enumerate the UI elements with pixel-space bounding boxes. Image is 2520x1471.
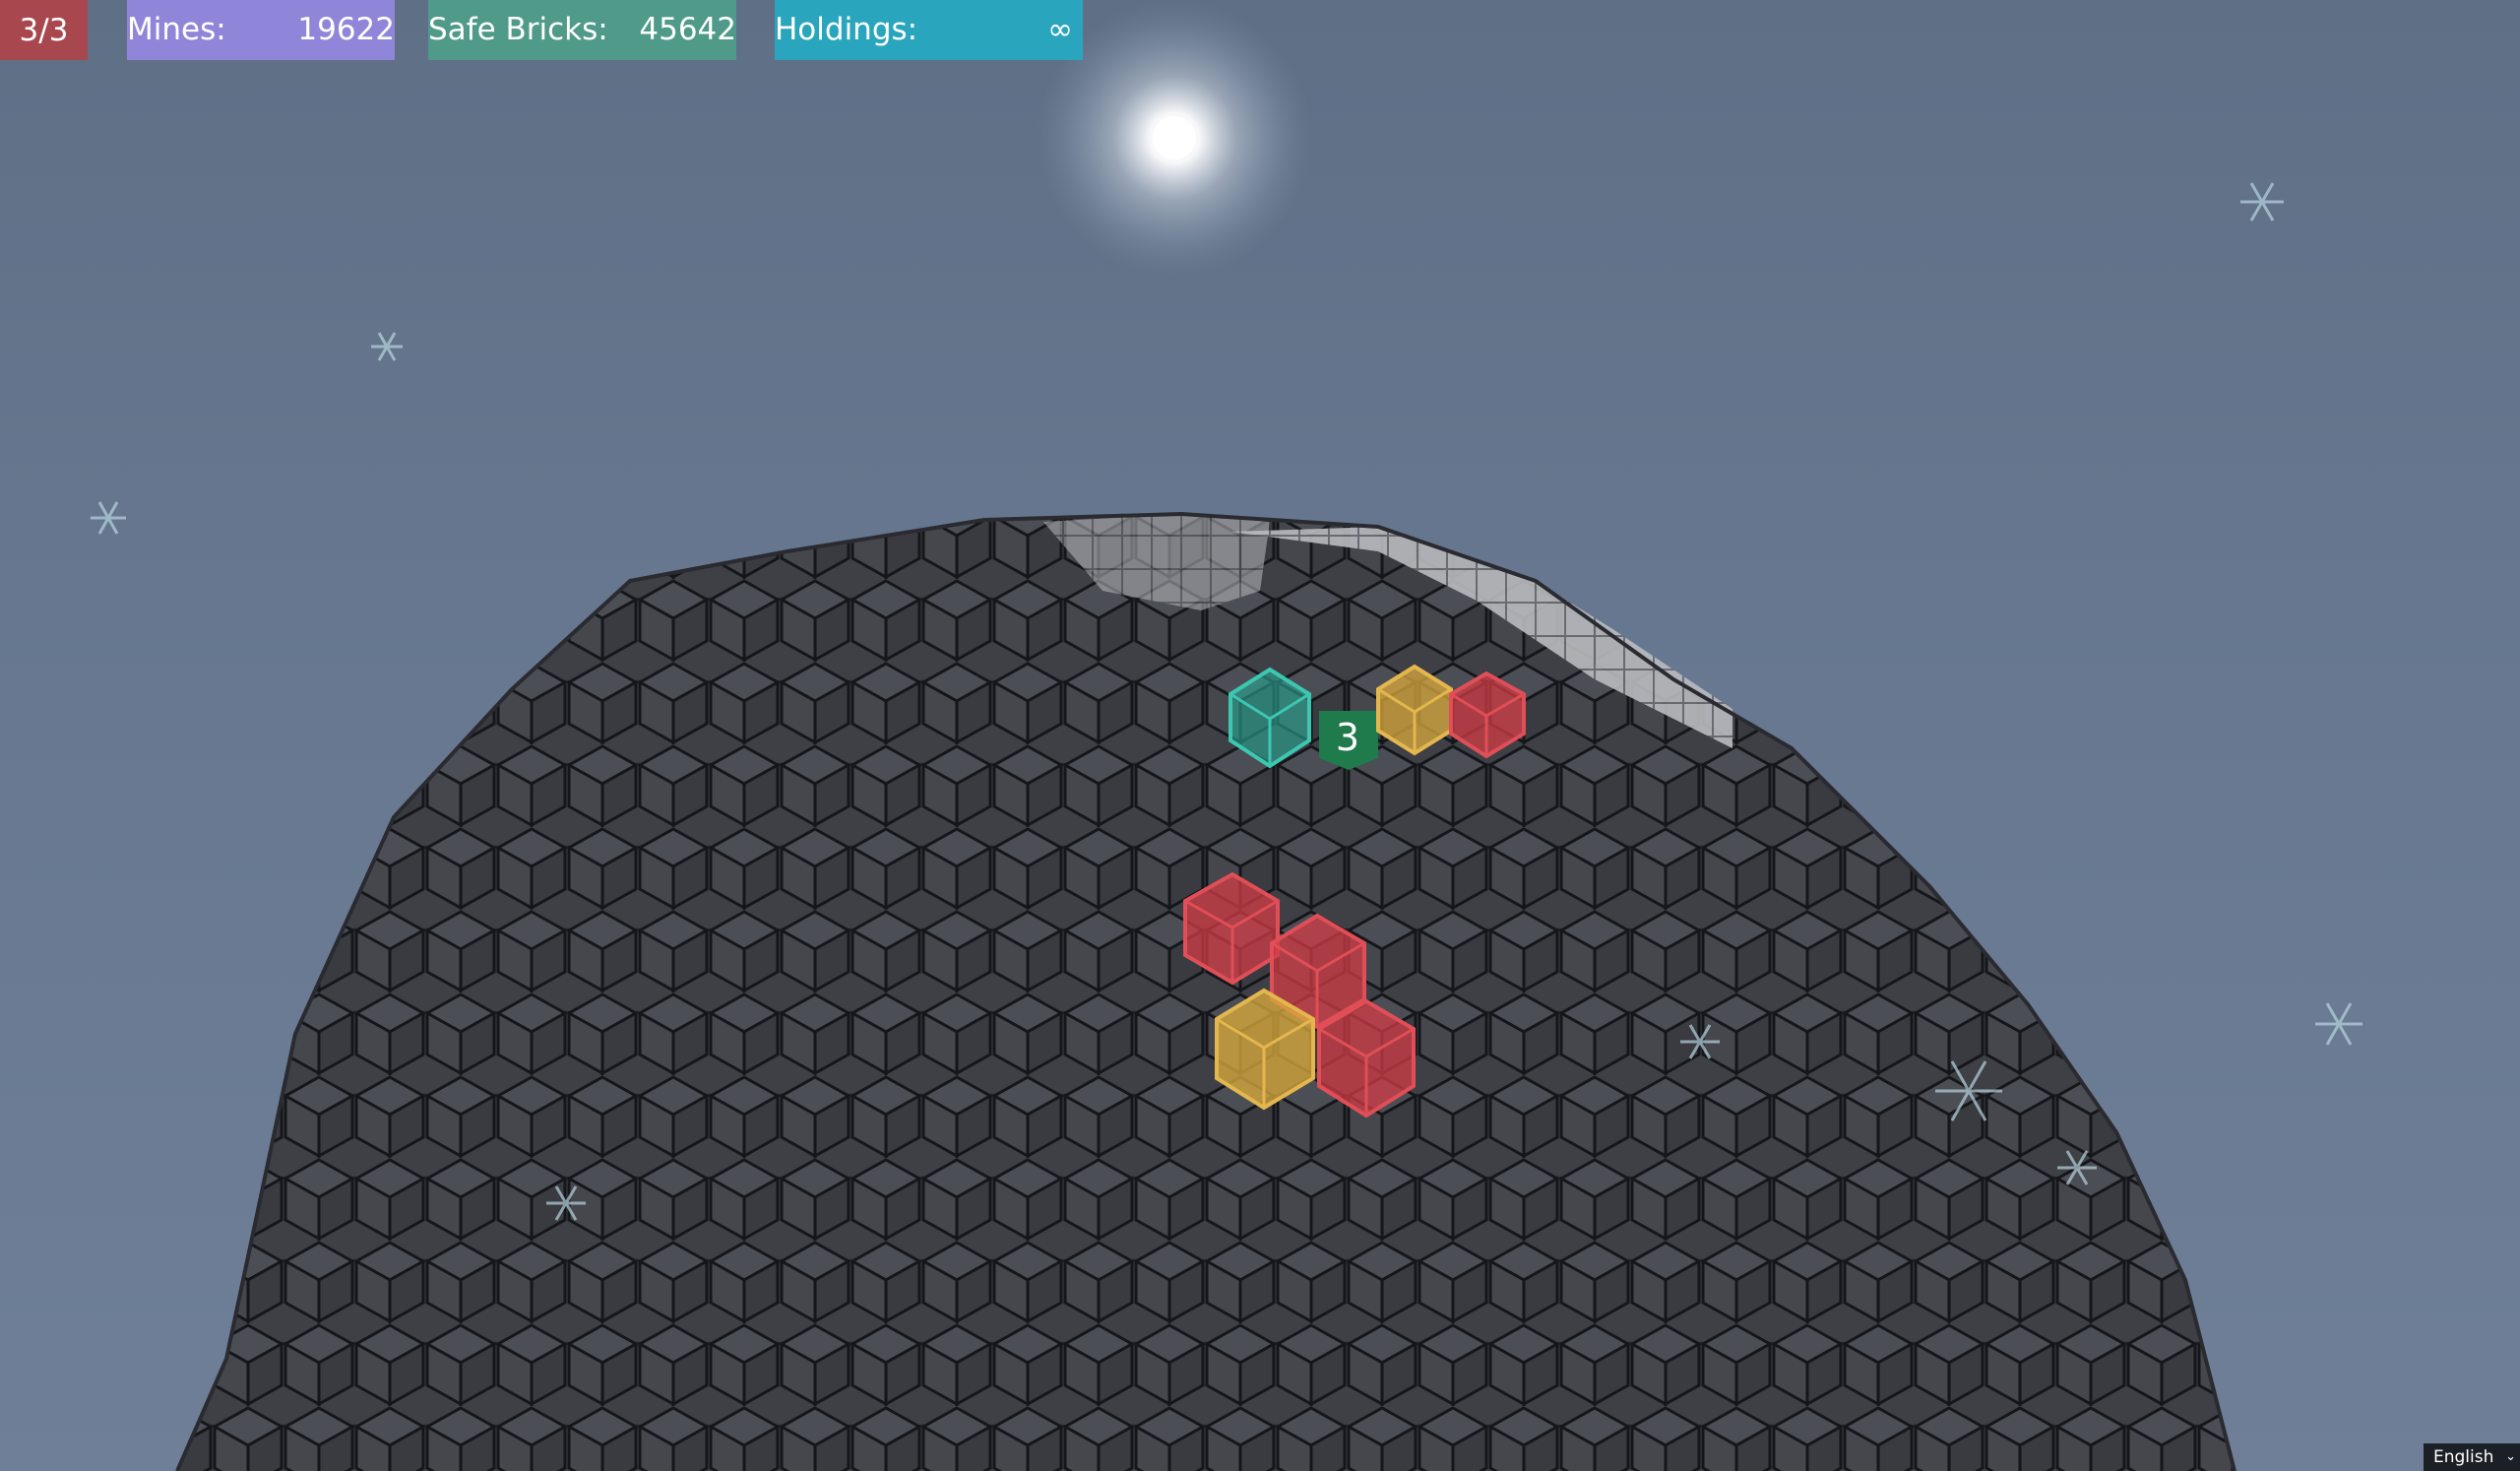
game-viewport[interactable]: 3	[0, 0, 2520, 1471]
snowflake-icon	[2315, 1002, 2362, 1046]
chevron-down-icon: ⌄	[2505, 1449, 2516, 1464]
safe-bricks-value: 45642	[639, 12, 736, 47]
safe-bricks-counter: Safe Bricks: 45642	[428, 0, 736, 60]
snowflake-icon	[91, 501, 126, 535]
snowflake-icon	[371, 332, 403, 361]
language-select[interactable]: English ⌄	[2424, 1443, 2520, 1471]
revealed-number-tile[interactable]: 3	[1319, 711, 1378, 770]
mines-value: 19622	[297, 12, 395, 47]
language-selected: English	[2433, 1447, 2494, 1467]
brick-tower[interactable]	[175, 511, 2236, 1471]
holdings-value: ∞	[1047, 12, 1073, 47]
holdings-label: Holdings:	[775, 12, 918, 47]
safe-bricks-label: Safe Bricks:	[428, 12, 608, 47]
revealed-number: 3	[1336, 716, 1359, 759]
holdings-counter: Holdings: ∞	[775, 0, 1083, 60]
lives-counter: 3/3	[0, 0, 88, 60]
snowflake-icon	[2240, 182, 2284, 222]
mines-counter: Mines: 19622	[127, 0, 395, 60]
mines-label: Mines:	[127, 12, 226, 47]
lives-value: 3/3	[19, 12, 69, 48]
